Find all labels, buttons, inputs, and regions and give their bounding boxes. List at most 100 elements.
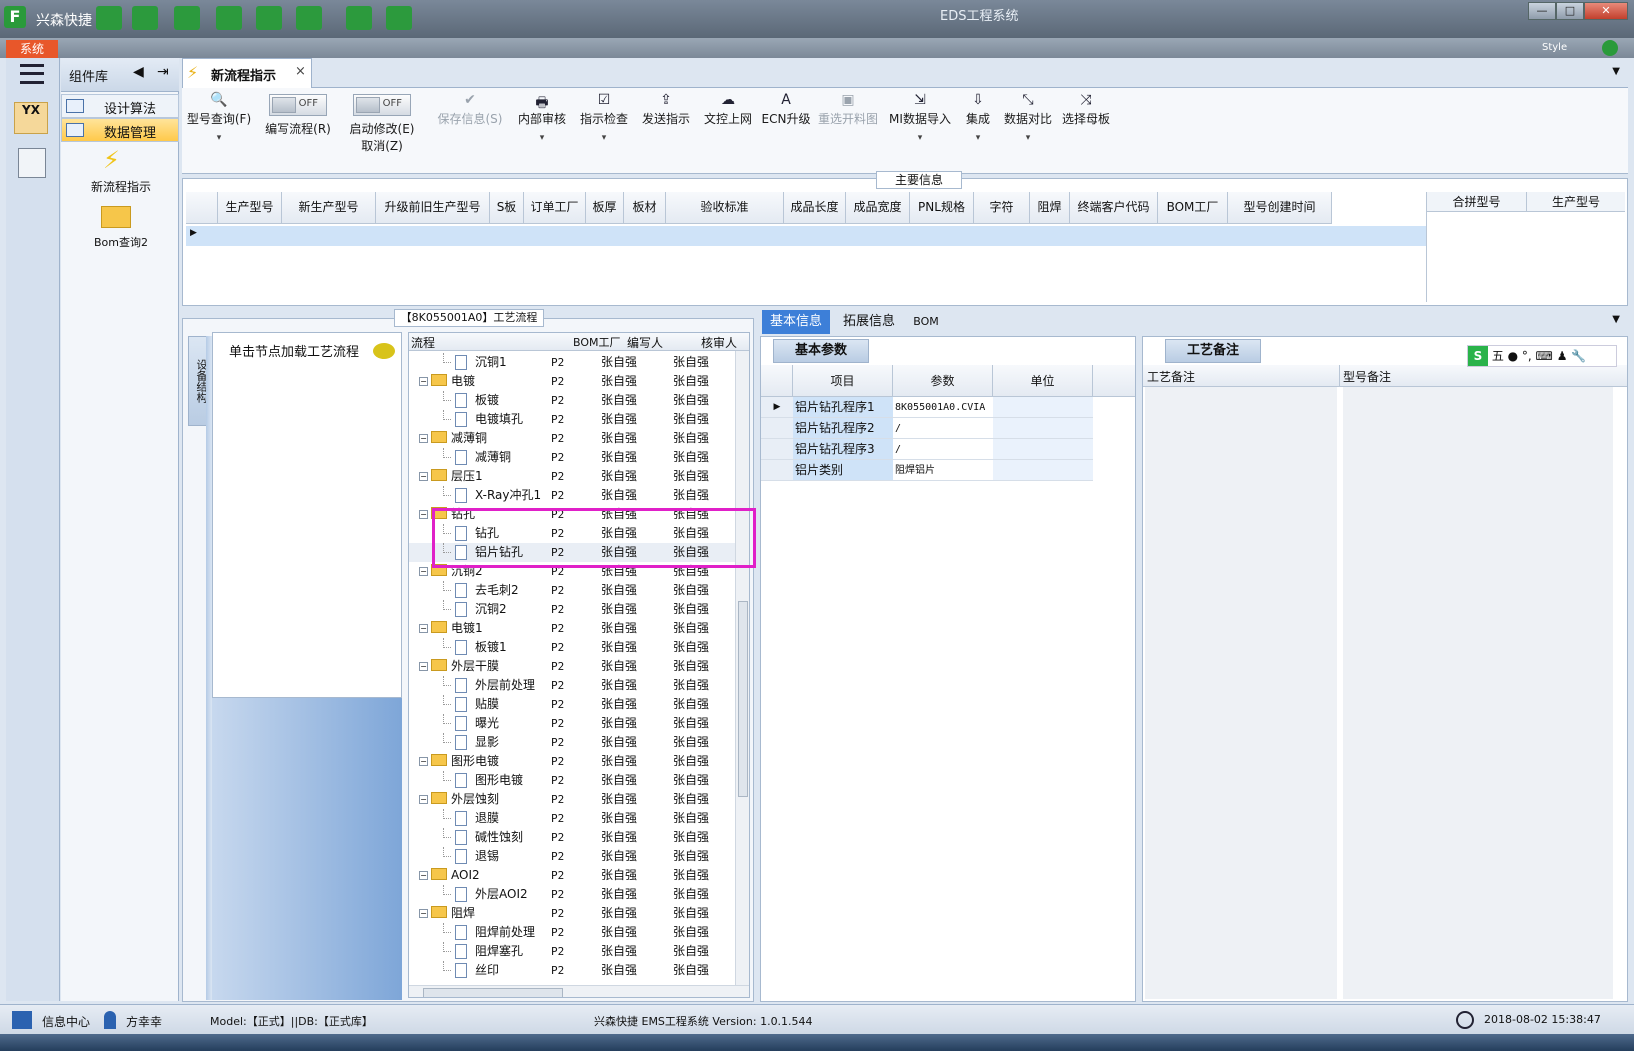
tree-row[interactable]: 图形电镀 P2 张自强 张自强	[409, 771, 735, 790]
tree-hscrollbar[interactable]	[409, 985, 749, 997]
toggle-switch[interactable]: OFF	[353, 94, 411, 116]
row-header[interactable]	[761, 439, 793, 460]
chevron-down-icon[interactable]: ▼	[1612, 66, 1620, 77]
table-row[interactable]: ▶ 铝片钻孔程序1 8K055001A0.CVIA	[761, 397, 1135, 418]
tree-row[interactable]: X-Ray冲孔1 P2 张自强 张自强	[409, 486, 735, 505]
tree-row[interactable]: 退膜 P2 张自强 张自强	[409, 809, 735, 828]
instruction-check-button[interactable]: ☑ 指示检查 ▾	[574, 92, 634, 172]
col-header[interactable]: BOM工厂	[1158, 192, 1228, 224]
col-header[interactable]: 验收标准	[666, 192, 784, 224]
param-value[interactable]: /	[893, 439, 993, 460]
calculator-icon[interactable]	[132, 6, 158, 30]
table-row[interactable]	[186, 226, 1426, 246]
ime-toolbar[interactable]: S 五 ● °, ⌨ ♟ 🔧	[1467, 345, 1617, 367]
tree-row[interactable]: − 阻焊 P2 张自强 张自强	[409, 904, 735, 923]
reselect-cutting-button[interactable]: ▣ 重选开料图	[814, 92, 882, 172]
col-header[interactable]: 字符	[974, 192, 1030, 224]
select-mother-board-button[interactable]: ⤨ 选择母板	[1058, 92, 1114, 172]
film-icon[interactable]	[216, 6, 242, 30]
close-button[interactable]: ✕	[1584, 2, 1628, 20]
tab-new-process[interactable]: ⚡ 新流程指示 ×	[182, 58, 312, 88]
tab-close-icon[interactable]: ×	[295, 64, 306, 79]
info-center-link[interactable]: 信息中心	[42, 1013, 90, 1030]
grid-icon[interactable]	[296, 6, 322, 30]
collapse-icon[interactable]: −	[419, 757, 428, 766]
tree-row[interactable]: 贴膜 P2 张自强 张自强	[409, 695, 735, 714]
table-row[interactable]: 铝片钻孔程序3/	[761, 439, 1135, 460]
calculator-icon[interactable]	[18, 148, 46, 178]
tree-row[interactable]: 去毛刺2 P2 张自强 张自强	[409, 581, 735, 600]
row-header[interactable]	[761, 418, 793, 439]
tab-extended-info[interactable]: 拓展信息	[834, 310, 904, 334]
copy-icon[interactable]	[256, 6, 282, 30]
folder-icon[interactable]	[101, 206, 131, 228]
tree-row[interactable]: − 外层干膜 P2 张自强 张自强	[409, 657, 735, 676]
collapse-icon[interactable]: −	[419, 472, 428, 481]
tree-row[interactable]: 碱性蚀刻 P2 张自强 张自强	[409, 828, 735, 847]
collapse-icon[interactable]: −	[419, 434, 428, 443]
collapse-icon[interactable]: −	[419, 871, 428, 880]
tree-row[interactable]: 显影 P2 张自强 张自强	[409, 733, 735, 752]
tree-row[interactable]: − AOI2 P2 张自强 张自强	[409, 866, 735, 885]
row-header[interactable]	[761, 460, 793, 481]
col-header[interactable]: 终端客户代码	[1070, 192, 1158, 224]
collapse-icon[interactable]: ◀	[133, 64, 144, 80]
hscroll-thumb[interactable]	[423, 988, 563, 997]
phone-icon[interactable]	[1602, 40, 1618, 56]
start-modify-toggle[interactable]: OFF 启动修改(E) 取消(Z)	[342, 92, 422, 172]
tree-scrollbar[interactable]	[735, 351, 749, 985]
tree-row[interactable]: 阻焊塞孔 P2 张自强 张自强	[409, 942, 735, 961]
col-header[interactable]: PNL规格	[910, 192, 974, 224]
col-header[interactable]: 板厚	[586, 192, 624, 224]
tree-row[interactable]: 丝印 P2 张自强 张自强	[409, 961, 735, 980]
tree-row[interactable]: 退锡 P2 张自强 张自强	[409, 847, 735, 866]
col-header[interactable]: 新生产型号	[282, 192, 376, 224]
col-header[interactable]: 阻焊	[1030, 192, 1070, 224]
col-header[interactable]: 型号创建时间	[1228, 192, 1332, 224]
tree-row[interactable]: − 电镀 P2 张自强 张自强	[409, 372, 735, 391]
tree-row[interactable]: 外层前处理 P2 张自强 张自强	[409, 676, 735, 695]
send-instruction-button[interactable]: ⇪ 发送指示	[636, 92, 696, 172]
maximize-button[interactable]: □	[1556, 2, 1584, 20]
internal-review-button[interactable]: 🖶 内部审核 ▾	[512, 92, 572, 172]
collapse-icon[interactable]: −	[419, 795, 428, 804]
yx-icon[interactable]: YX	[14, 102, 48, 134]
collapse-icon[interactable]: −	[419, 567, 428, 576]
collapse-icon[interactable]: −	[419, 377, 428, 386]
tree-row[interactable]: 沉铜1 P2 张自强 张自强	[409, 353, 735, 372]
tree-row[interactable]: − 图形电镀 P2 张自强 张自强	[409, 752, 735, 771]
minimize-button[interactable]: —	[1528, 2, 1556, 20]
param-unit[interactable]	[993, 439, 1093, 460]
tree-row[interactable]: 板镀 P2 张自强 张自强	[409, 391, 735, 410]
param-value[interactable]: 阻焊铝片	[893, 460, 993, 481]
tree-row[interactable]: 减薄铜 P2 张自强 张自强	[409, 448, 735, 467]
param-unit[interactable]	[993, 418, 1093, 439]
system-button[interactable]: 系统	[6, 40, 58, 58]
tab-basic-info[interactable]: 基本信息	[762, 310, 830, 334]
tree-row[interactable]: − 电镀1 P2 张自强 张自强	[409, 619, 735, 638]
param-unit[interactable]	[993, 460, 1093, 481]
chart-icon[interactable]	[386, 6, 412, 30]
edit-process-toggle[interactable]: OFF 编写流程(R)	[258, 92, 338, 172]
doc-control-online-button[interactable]: ☁ 文控上网	[698, 92, 758, 172]
tree-row[interactable]: − 减薄铜 P2 张自强 张自强	[409, 429, 735, 448]
tab-bom[interactable]: BOM	[906, 310, 946, 334]
table-row[interactable]: 铝片类别 阻焊铝片	[761, 460, 1135, 481]
collapse-icon[interactable]: −	[419, 510, 428, 519]
load-process-hint[interactable]: 单击节点加载工艺流程	[229, 341, 359, 360]
param-unit[interactable]	[993, 397, 1093, 418]
row-header[interactable]: ▶	[761, 397, 793, 418]
tree-row[interactable]: − 层压1 P2 张自强 张自强	[409, 467, 735, 486]
pin-icon[interactable]: ⇥	[157, 64, 169, 80]
model-remark-field[interactable]	[1343, 387, 1613, 999]
param-value[interactable]: /	[893, 418, 993, 439]
tree-row[interactable]: 沉铜2 P2 张自强 张自强	[409, 600, 735, 619]
tools-icon[interactable]	[174, 6, 200, 30]
integrate-button[interactable]: ⇩ 集成 ▾	[958, 92, 998, 172]
collapse-icon[interactable]: −	[419, 662, 428, 671]
col-header[interactable]: 生产型号	[218, 192, 282, 224]
style-menu[interactable]: Style	[1542, 42, 1567, 53]
col-header[interactable]: 升级前旧生产型号	[376, 192, 490, 224]
collapse-icon[interactable]: −	[419, 624, 428, 633]
collapse-icon[interactable]: −	[419, 909, 428, 918]
